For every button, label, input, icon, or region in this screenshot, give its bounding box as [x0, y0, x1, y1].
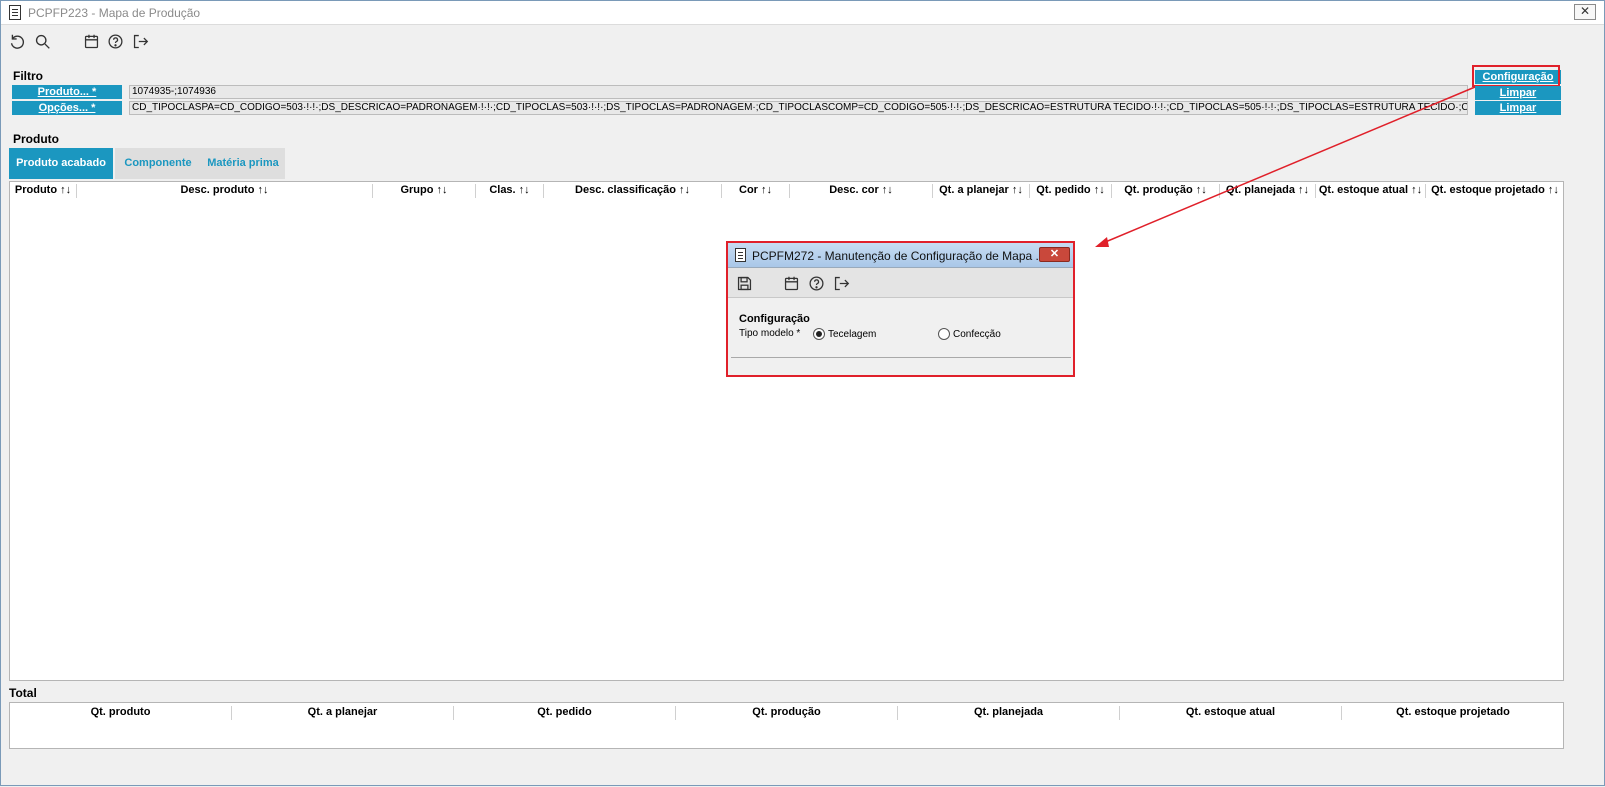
total-column-header: Qt. produção	[676, 706, 898, 720]
help-icon[interactable]	[806, 273, 826, 293]
column-header[interactable]: Desc. produto ↑↓	[77, 184, 373, 198]
produto-section-title: Produto	[13, 132, 59, 146]
column-header[interactable]: Qt. a planejar ↑↓	[933, 184, 1030, 198]
filter-section-title: Filtro	[13, 69, 43, 83]
column-header[interactable]: Produto ↑↓	[10, 184, 77, 198]
column-header[interactable]: Grupo ↑↓	[373, 184, 476, 198]
calendar-icon[interactable]	[81, 31, 101, 51]
limpar-opcoes-button[interactable]: Limpar	[1475, 101, 1561, 115]
column-header[interactable]: Cor ↑↓	[722, 184, 790, 198]
radio-confeccao[interactable]: Confecção	[938, 328, 1001, 340]
limpar-produto-button[interactable]: Limpar	[1475, 86, 1561, 100]
radio-unselected-icon[interactable]	[938, 328, 950, 340]
dialog-body: Configuração Tipo modelo * Tecelagem Con…	[728, 299, 1073, 377]
window-title: PCPFP223 - Mapa de Produção	[28, 6, 201, 20]
help-icon[interactable]	[105, 31, 125, 51]
tab-produto-acabado[interactable]: Produto acabado	[9, 148, 113, 179]
total-column-header: Qt. a planejar	[232, 706, 454, 720]
calendar-icon[interactable]	[781, 273, 801, 293]
total-section-title: Total	[9, 686, 37, 700]
column-header[interactable]: Clas. ↑↓	[476, 184, 544, 198]
total-column-header: Qt. planejada	[898, 706, 1120, 720]
exit-icon[interactable]	[831, 273, 851, 293]
total-grid: Qt. produto Qt. a planejar Qt. pedido Qt…	[9, 702, 1564, 749]
column-header[interactable]: Desc. classificação ↑↓	[544, 184, 722, 198]
close-button[interactable]: ✕	[1574, 4, 1596, 20]
column-header[interactable]: Qt. estoque projetado ↑↓	[1426, 184, 1564, 198]
dialog-divider	[731, 357, 1071, 358]
column-header[interactable]: Qt. estoque atual ↑↓	[1316, 184, 1426, 198]
column-header[interactable]: Desc. cor ↑↓	[790, 184, 933, 198]
tab-componente[interactable]: Componente	[115, 148, 201, 179]
title-bar: PCPFP223 - Mapa de Produção ✕	[1, 1, 1604, 25]
document-icon	[9, 5, 21, 20]
toolbar	[1, 25, 1604, 55]
opcoes-lookup-button[interactable]: Opções... *	[12, 101, 122, 115]
save-icon[interactable]	[734, 273, 754, 293]
total-column-header: Qt. estoque atual	[1120, 706, 1342, 720]
column-header[interactable]: Qt. pedido ↑↓	[1030, 184, 1112, 198]
total-column-header: Qt. pedido	[454, 706, 676, 720]
dialog-close-button[interactable]: ✕	[1039, 247, 1070, 262]
dialog-title: PCPFM272 - Manutenção de Configuração de…	[752, 249, 1046, 263]
grid-header: Produto ↑↓ Desc. produto ↑↓ Grupo ↑↓ Cla…	[10, 182, 1563, 199]
configuracao-highlight	[1472, 65, 1560, 87]
document-icon	[735, 248, 746, 262]
main-window: PCPFP223 - Mapa de Produção ✕ Filtro Pro…	[0, 0, 1605, 786]
dialog-section-title: Configuração	[739, 313, 810, 325]
total-column-header: Qt. produto	[10, 706, 232, 720]
radio-selected-icon[interactable]	[813, 328, 825, 340]
configuracao-dialog: PCPFM272 - Manutenção de Configuração de…	[726, 241, 1075, 377]
tab-materia-prima[interactable]: Matéria prima	[201, 148, 285, 179]
produto-lookup-button[interactable]: Produto... *	[12, 85, 122, 99]
dialog-toolbar	[728, 268, 1073, 298]
search-icon[interactable]	[32, 31, 52, 51]
dialog-title-bar: PCPFM272 - Manutenção de Configuração de…	[728, 243, 1073, 268]
tipo-modelo-label: Tipo modelo *	[739, 328, 801, 339]
radio-label: Confecção	[953, 328, 1001, 340]
radio-label: Tecelagem	[828, 328, 877, 340]
produto-field[interactable]: 1074935-;1074936	[129, 85, 1468, 99]
column-header[interactable]: Qt. planejada ↑↓	[1220, 184, 1316, 198]
exit-icon[interactable]	[130, 31, 150, 51]
column-header[interactable]: Qt. produção ↑↓	[1112, 184, 1220, 198]
total-column-header: Qt. estoque projetado	[1396, 706, 1510, 718]
undo-icon[interactable]	[7, 31, 27, 51]
radio-tecelagem[interactable]: Tecelagem	[813, 328, 876, 340]
opcoes-field[interactable]: CD_TIPOCLASPA=CD_CODIGO=503·!·!·;DS_DESC…	[129, 101, 1468, 115]
